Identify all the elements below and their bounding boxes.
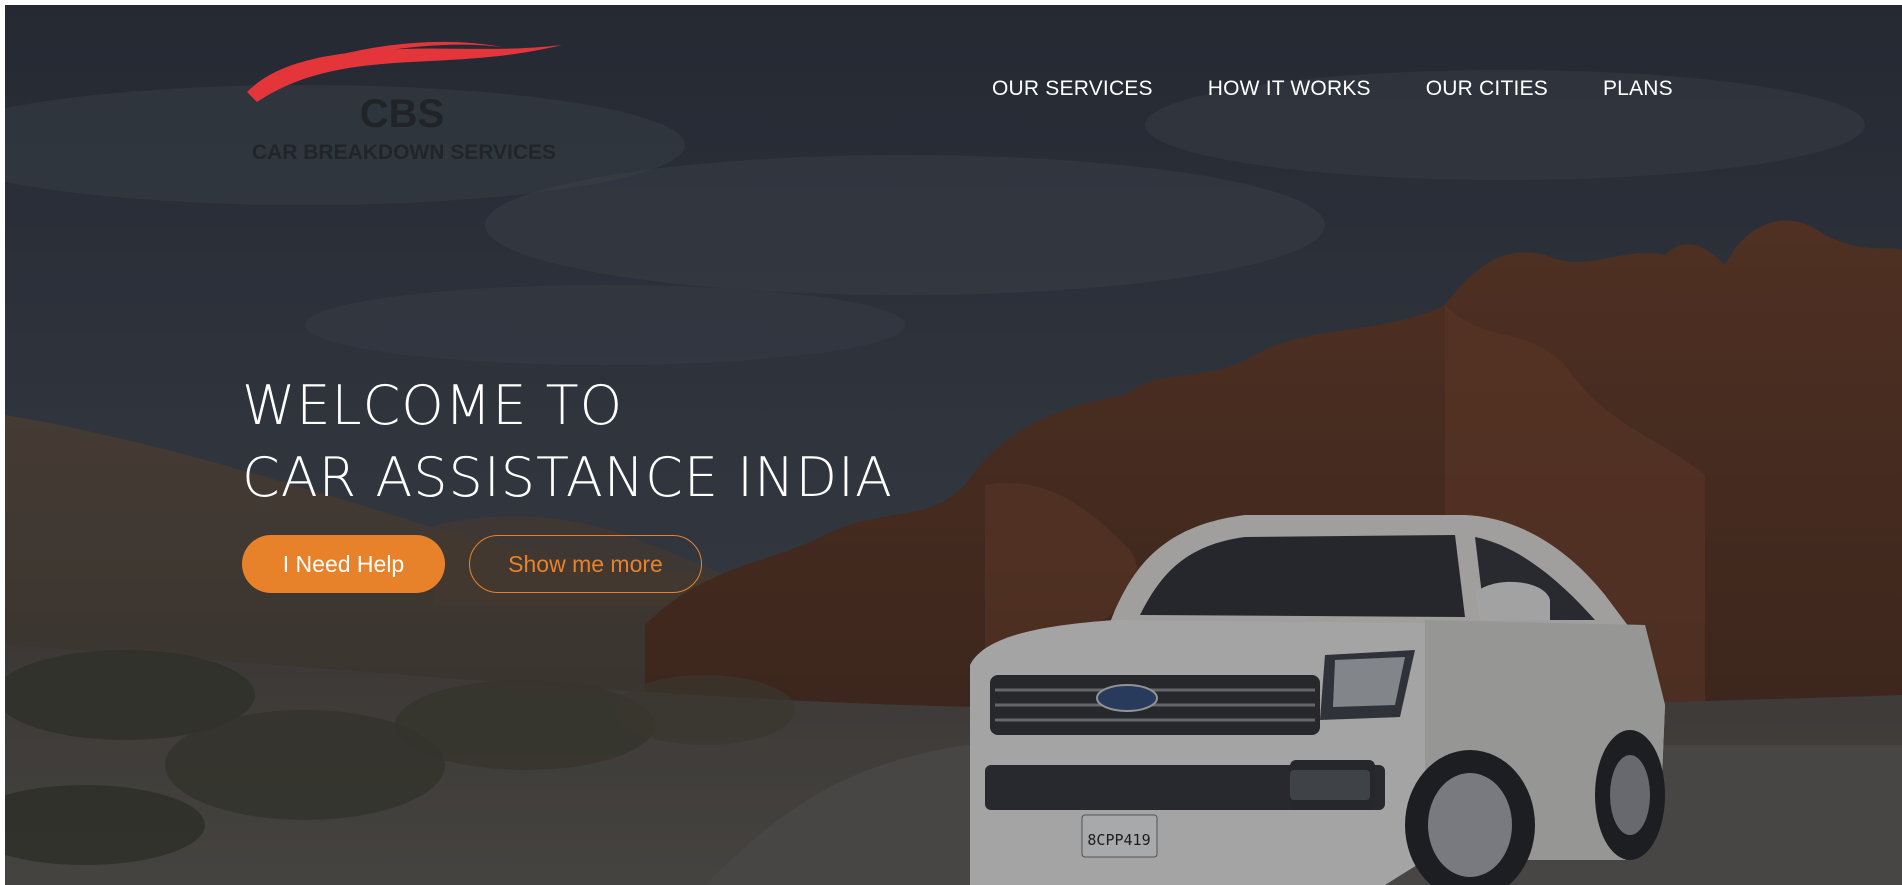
hero-actions: I Need Help Show me more — [242, 535, 702, 593]
logo-letters: CBS — [360, 92, 444, 136]
show-more-button[interactable]: Show me more — [469, 535, 702, 593]
hero-headline-line1: WELCOME TO — [242, 374, 624, 437]
nav-our-cities[interactable]: OUR CITIES — [1426, 77, 1548, 101]
logo-tagline: CAR BREAKDOWN SERVICES — [252, 141, 556, 164]
hero-headline-line2: CAR ASSISTANCE INDIA — [242, 446, 893, 509]
hero-section: 8CPP419 CBS CAR BREAKDOWN SERVICES OUR S… — [5, 5, 1902, 885]
need-help-button[interactable]: I Need Help — [242, 535, 445, 593]
brand-logo[interactable]: CBS CAR BREAKDOWN SERVICES — [242, 27, 567, 167]
main-nav: OUR SERVICES HOW IT WORKS OUR CITIES PLA… — [992, 77, 1673, 101]
nav-plans[interactable]: PLANS — [1603, 77, 1673, 101]
hero-headline: WELCOME TO CAR ASSISTANCE INDIA — [242, 370, 893, 514]
nav-how-it-works[interactable]: HOW IT WORKS — [1208, 77, 1371, 101]
nav-our-services[interactable]: OUR SERVICES — [992, 77, 1153, 101]
